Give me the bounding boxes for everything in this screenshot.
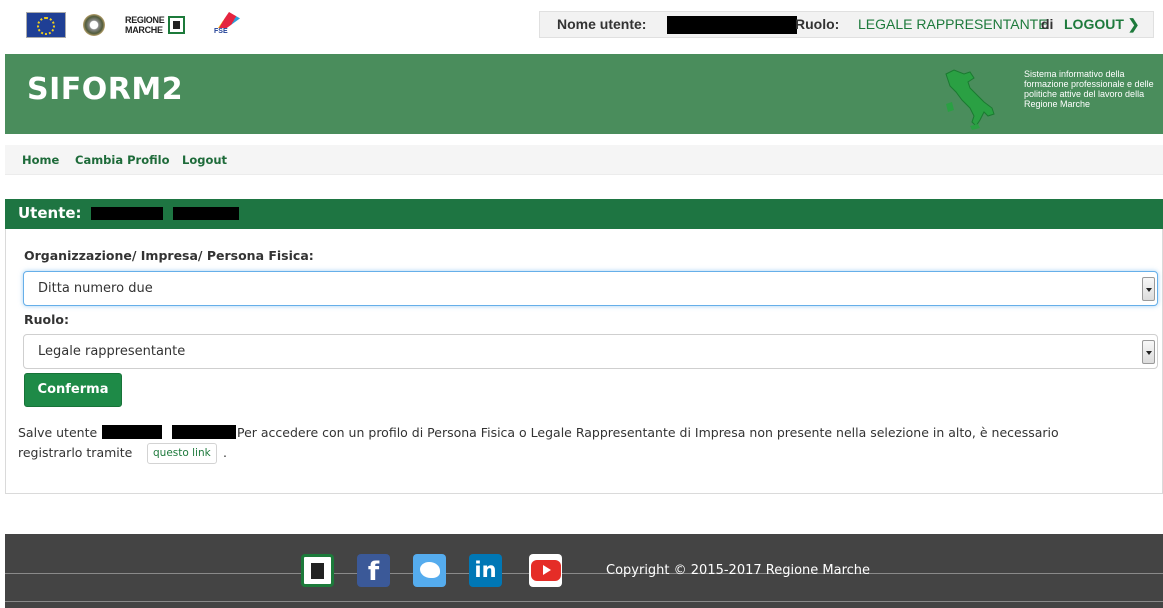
username-redacted <box>667 16 797 34</box>
confirm-button[interactable]: Conferma <box>24 373 122 407</box>
italy-map-icon <box>945 69 995 130</box>
role-select-value: Legale rappresentante <box>38 344 186 359</box>
app-header: SIFORM2 Sistema informativo della formaz… <box>5 54 1163 134</box>
user-name-redacted <box>91 207 163 220</box>
role-select[interactable]: Legale rappresentante <box>23 334 1158 369</box>
logout-link[interactable]: LOGOUT ❯ <box>1064 12 1140 37</box>
chevron-down-icon[interactable] <box>1142 277 1155 301</box>
footer <box>5 534 1163 608</box>
note-prefix: Salve utente <box>18 425 98 440</box>
role-label: Ruolo: <box>795 16 840 32</box>
app-title: SIFORM2 <box>27 72 184 107</box>
nav-home[interactable]: Home <box>22 145 59 175</box>
regione-marche-logo: REGIONE MARCHE <box>125 12 189 38</box>
main-nav: Home Cambia Profilo Logout <box>5 145 1163 175</box>
role-value: LEGALE RAPPRESENTANTE <box>858 16 1048 32</box>
app-description: Sistema informativo della formazione pro… <box>1024 69 1154 109</box>
org-select-value: Ditta numero due <box>38 281 153 296</box>
panel-header: Utente: <box>5 199 1163 229</box>
username-label: Nome utente: <box>557 16 647 32</box>
note-line1: Per accedere con un profilo di Persona F… <box>237 425 1059 440</box>
eu-flag-icon <box>26 12 66 38</box>
nav-cambia-profilo[interactable]: Cambia Profilo <box>75 145 170 175</box>
facebook-icon[interactable]: f <box>357 554 390 587</box>
role-di: di <box>1041 16 1054 32</box>
nav-logout[interactable]: Logout <box>182 145 227 175</box>
chevron-down-icon[interactable] <box>1142 340 1155 364</box>
note-name-redacted <box>102 425 162 439</box>
linkedin-icon[interactable]: in <box>469 554 502 587</box>
youtube-icon[interactable] <box>529 554 562 587</box>
italian-republic-emblem-icon <box>82 12 106 38</box>
regione-marche-icon[interactable] <box>301 554 334 587</box>
user-surname-redacted <box>173 207 239 220</box>
fse-logo: FSE <box>214 12 244 46</box>
note-surname-redacted <box>172 425 236 439</box>
copyright-text: Copyright © 2015-2017 Regione Marche <box>606 563 871 578</box>
panel-title: Utente: <box>18 204 82 222</box>
role-field-label: Ruolo: <box>24 312 69 327</box>
org-select[interactable]: Ditta numero due <box>23 271 1158 306</box>
register-link[interactable]: questo link <box>147 443 217 464</box>
note-line2: registrarlo tramite <box>18 445 133 460</box>
top-bar: REGIONE MARCHE FSE Nome utente: Ruolo: LE… <box>0 0 1163 53</box>
note-end: . <box>223 445 227 460</box>
org-label: Organizzazione/ Impresa/ Persona Fisica: <box>24 248 314 263</box>
user-info-box: Nome utente: Ruolo: LEGALE RAPPRESENTANT… <box>539 11 1154 38</box>
twitter-icon[interactable] <box>413 554 446 587</box>
